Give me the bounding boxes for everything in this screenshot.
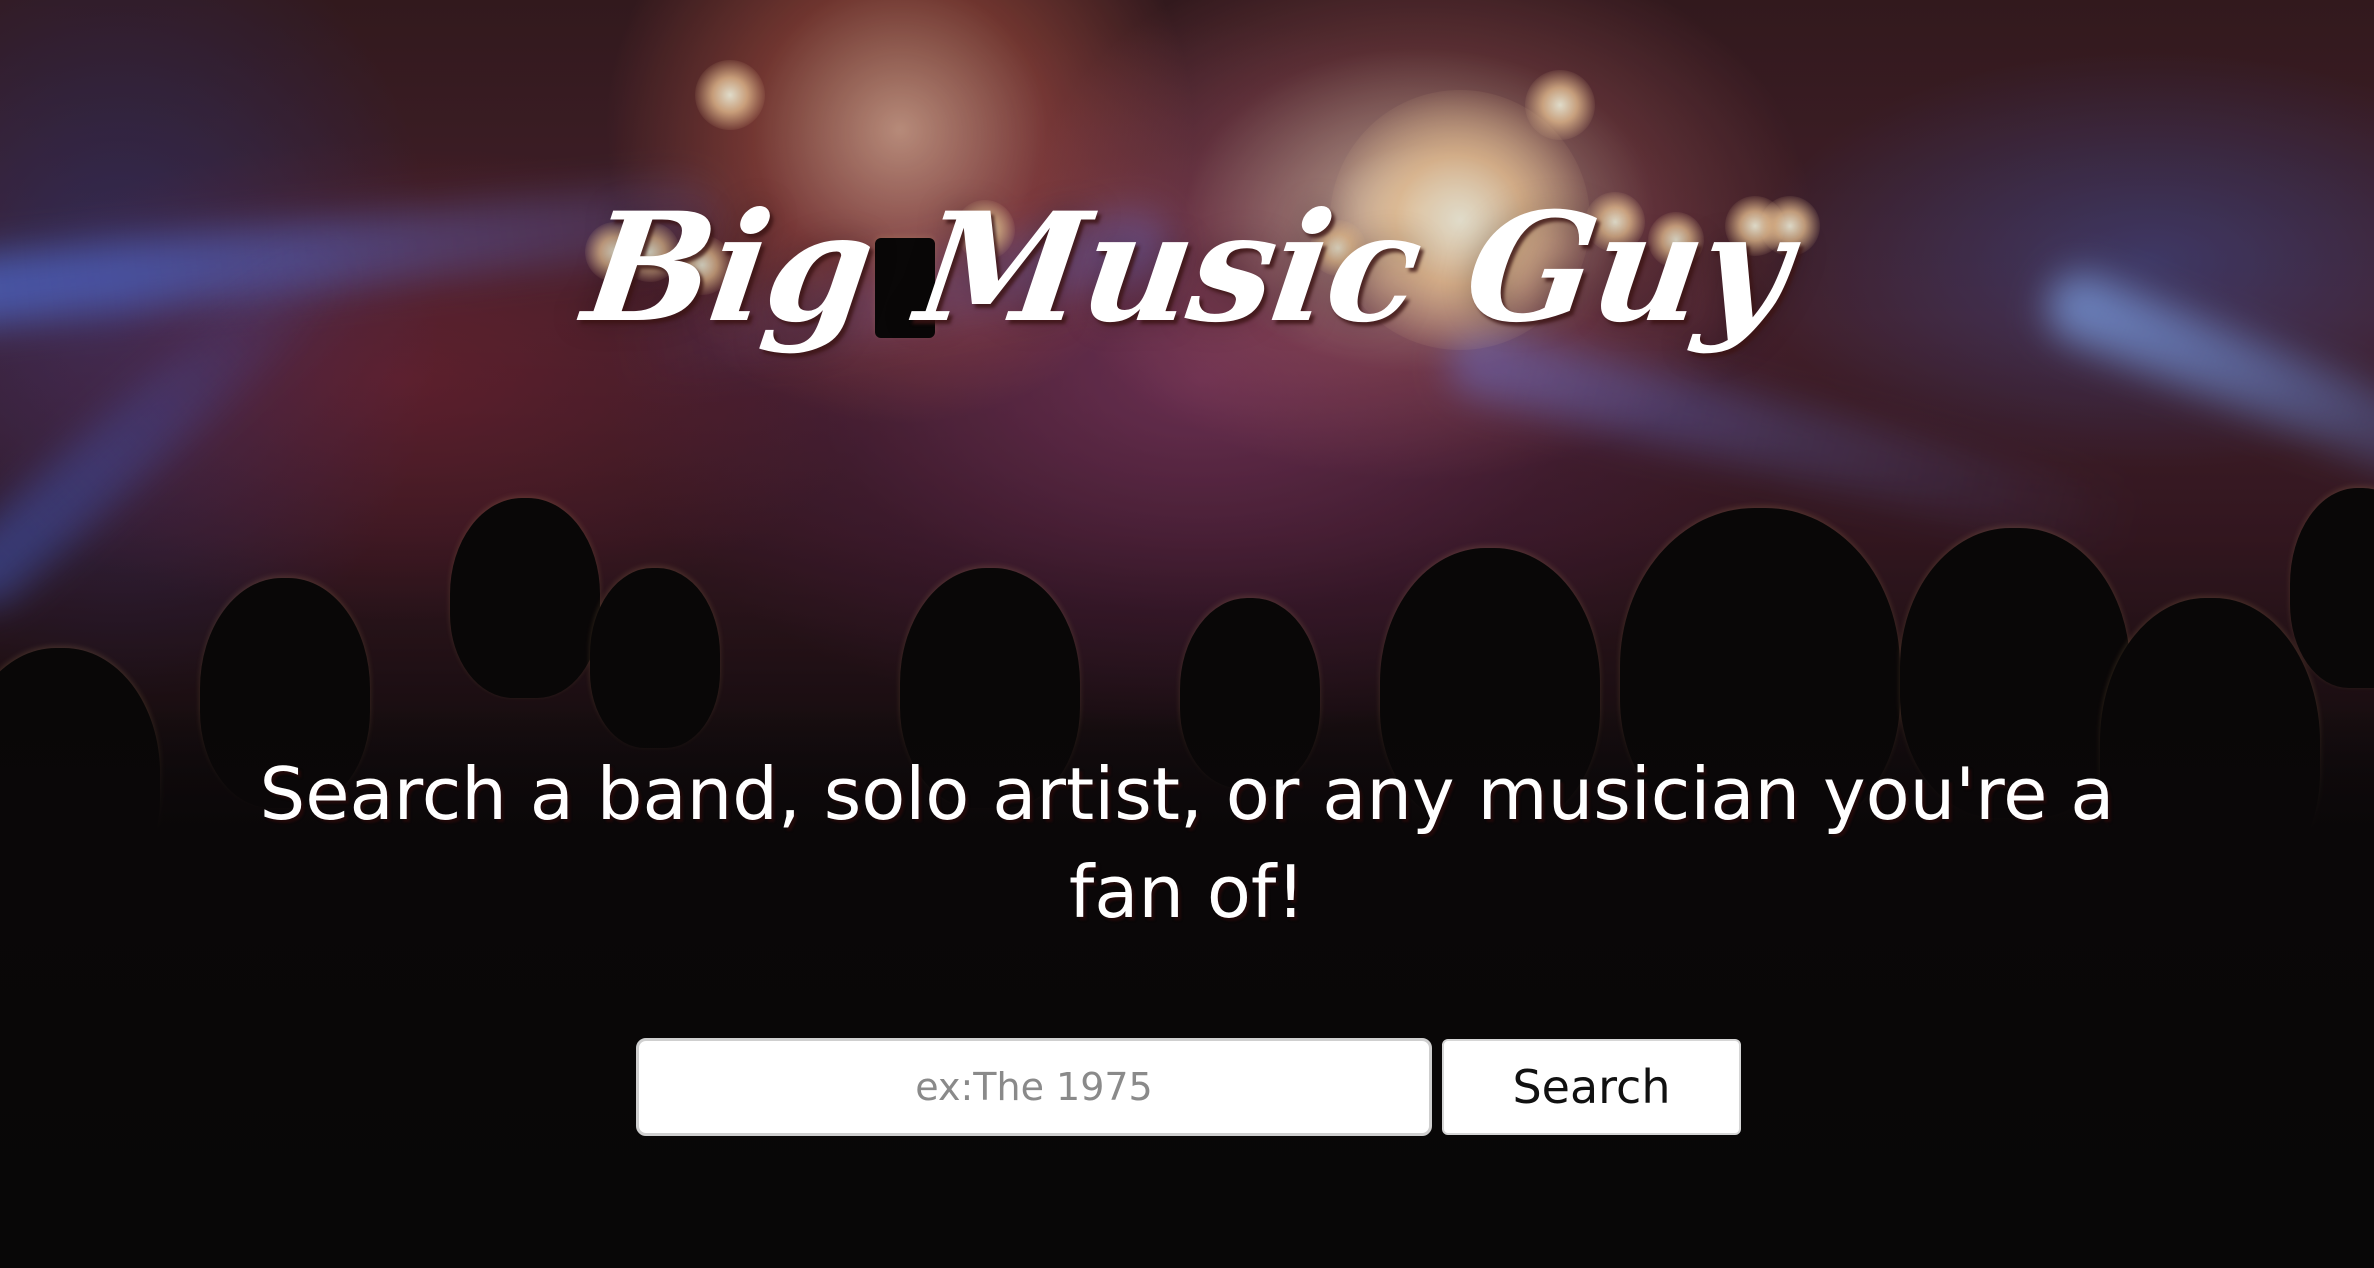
- site-logo: Big Music Guy: [574, 180, 1800, 356]
- tagline-heading: Search a band, solo artist, or any music…: [259, 752, 2115, 934]
- search-form: Search: [636, 1038, 1741, 1136]
- search-button[interactable]: Search: [1442, 1039, 1741, 1135]
- artist-search-input[interactable]: [636, 1038, 1432, 1136]
- page: Big Music Guy Search a band, solo artist…: [0, 0, 2374, 1268]
